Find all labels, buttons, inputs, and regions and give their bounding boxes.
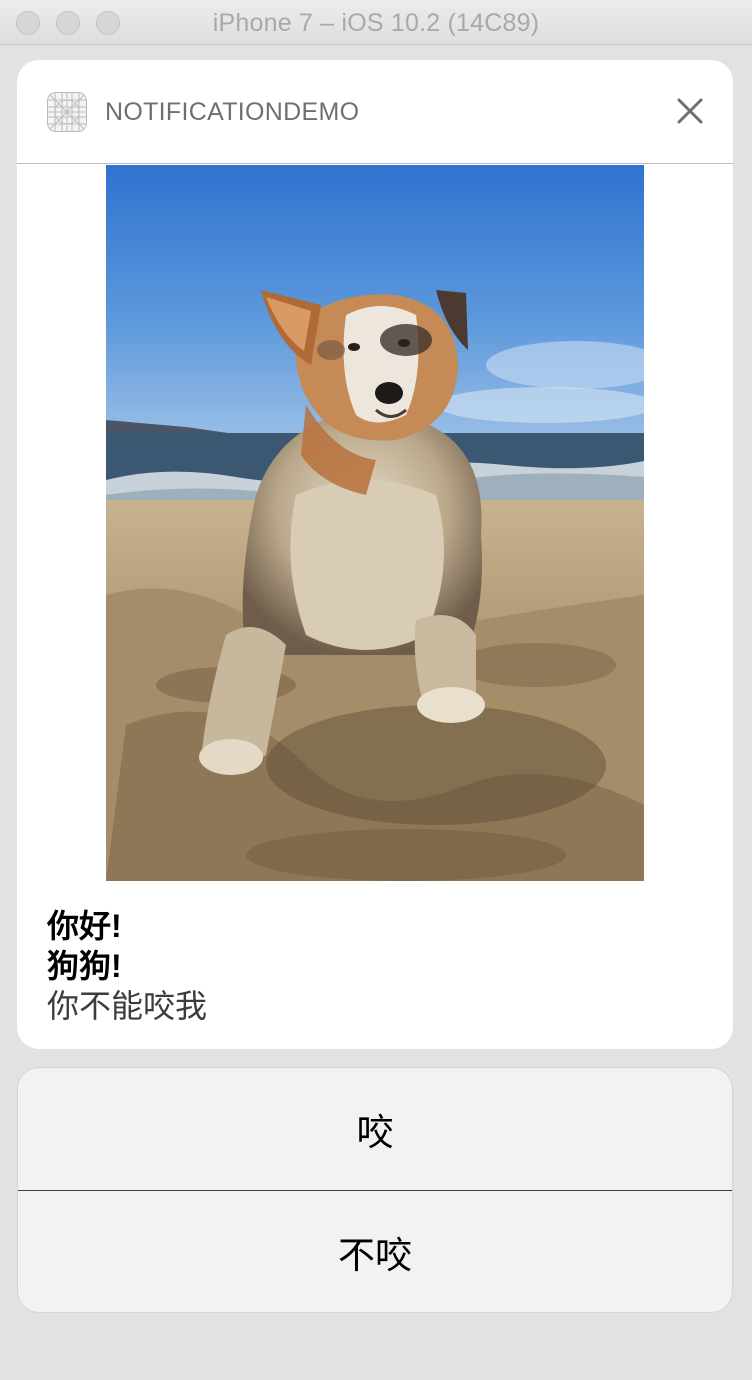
notification-actions: 咬 不咬 <box>17 1067 733 1313</box>
window-title: iPhone 7 – iOS 10.2 (14C89) <box>212 9 540 37</box>
notification-content: 你好! 狗狗! 你不能咬我 <box>47 906 707 1026</box>
app-name: NOTIFICATIONDEMO <box>105 98 360 126</box>
app-icon <box>47 92 87 132</box>
notification-card: NOTIFICATIONDEMO 你好! 狗狗! 你不能咬我 <box>17 60 733 1049</box>
attachment-image <box>106 165 644 881</box>
notification-header: NOTIFICATIONDEMO <box>17 60 733 164</box>
bite-action-button[interactable]: 咬 <box>18 1068 732 1191</box>
simulator-window: iPhone 7 – iOS 10.2 (14C89) NOTIFICATION… <box>0 0 752 1380</box>
dont-bite-action-button[interactable]: 不咬 <box>18 1191 732 1312</box>
notification-title: 你好! <box>47 908 122 944</box>
notification-subtitle: 狗狗! <box>47 948 122 984</box>
window-titlebar: iPhone 7 – iOS 10.2 (14C89) <box>0 0 752 45</box>
close-icon[interactable] <box>671 92 709 130</box>
notification-body: 你不能咬我 <box>47 988 208 1024</box>
